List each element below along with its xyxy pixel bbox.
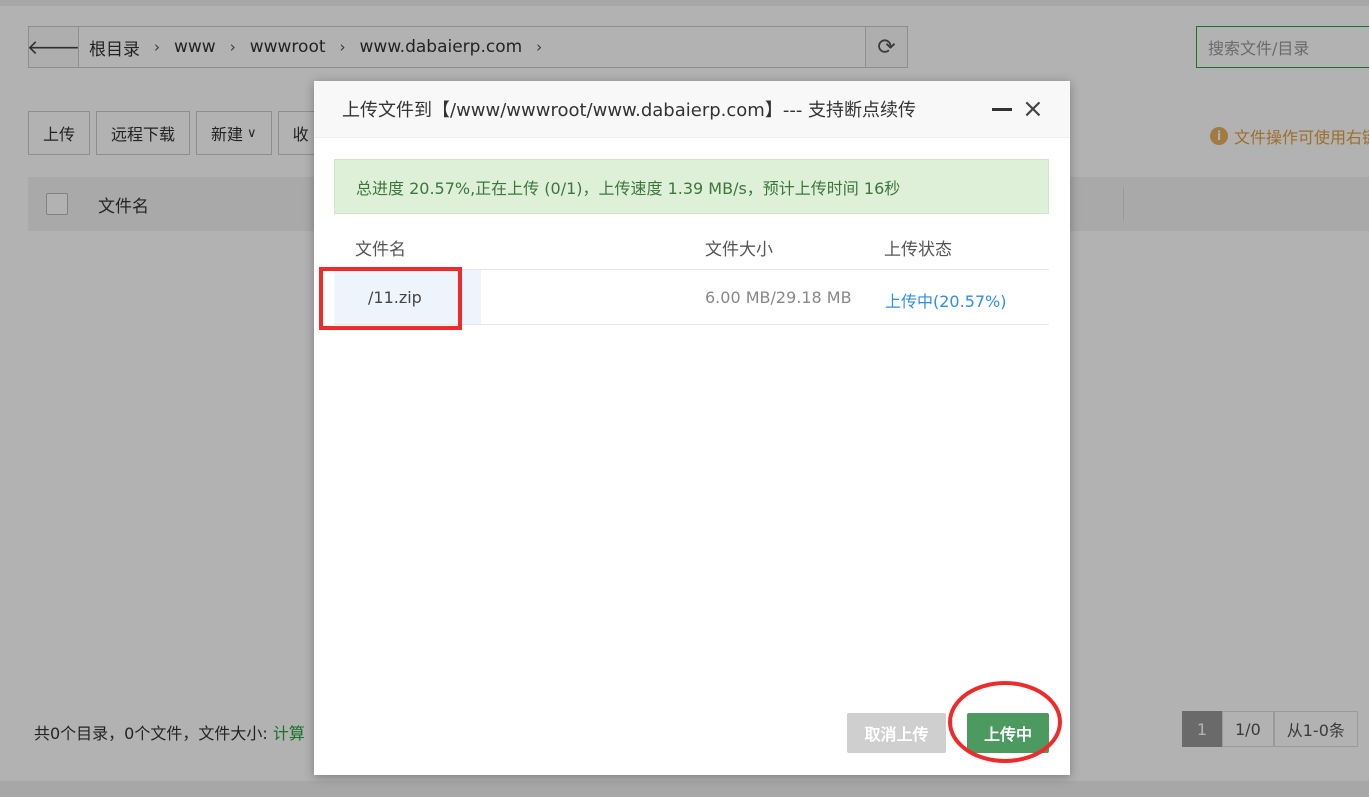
- dialog-header: 上传文件到【/www/wwwroot/www.dabaierp.com】--- …: [314, 81, 1070, 138]
- minimize-icon[interactable]: [992, 108, 1012, 111]
- highlight-rectangle: [319, 267, 462, 330]
- upload-list-header: 文件名 文件大小 上传状态: [334, 221, 1049, 270]
- column-status: 上传状态: [884, 240, 952, 260]
- file-status: 上传中(20.57%): [885, 292, 1007, 311]
- file-size: 6.00 MB/29.18 MB: [705, 288, 852, 307]
- highlight-ellipse: [948, 681, 1062, 763]
- cancel-upload-button[interactable]: 取消上传: [847, 713, 946, 753]
- column-size: 文件大小: [705, 240, 773, 260]
- dialog-title: 上传文件到【/www/wwwroot/www.dabaierp.com】--- …: [342, 100, 917, 121]
- total-progress-banner: 总进度 20.57%,正在上传 (0/1)，上传速度 1.39 MB/s，预计上…: [334, 159, 1049, 214]
- upload-dialog: 上传文件到【/www/wwwroot/www.dabaierp.com】--- …: [314, 81, 1070, 775]
- column-name: 文件名: [355, 240, 406, 260]
- close-icon[interactable]: ×: [1022, 96, 1044, 122]
